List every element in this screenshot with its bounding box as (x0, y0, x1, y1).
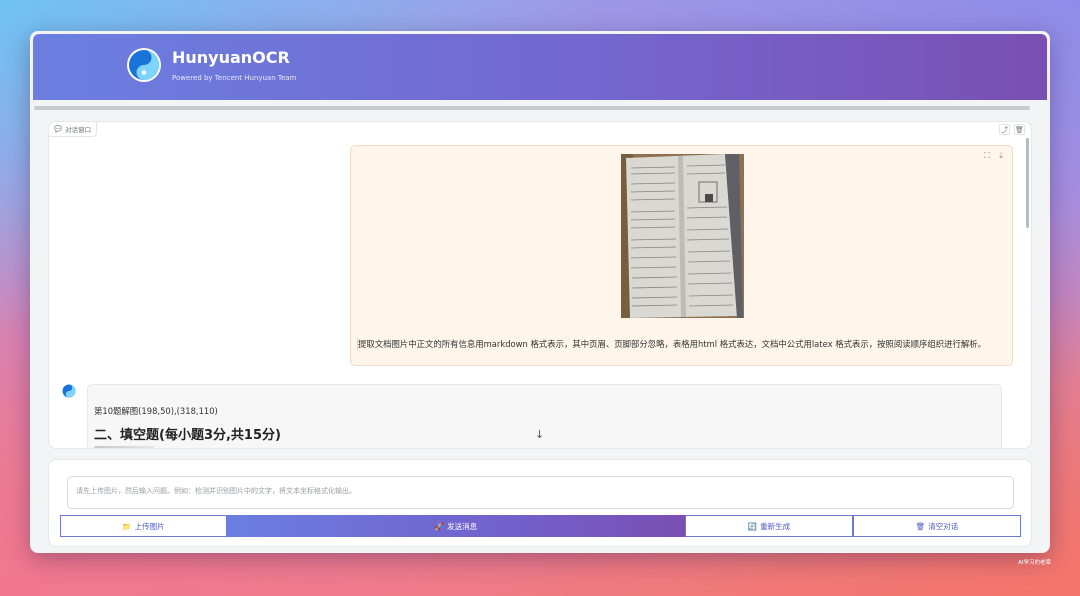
chat-bubble-icon: 💬 (54, 125, 63, 133)
app-header: HunyuanOCR Powered by Tencent Hunyuan Te… (33, 34, 1047, 100)
bot-message-truncated-line (94, 446, 154, 448)
refresh-icon: 🔄 (747, 521, 758, 531)
question-input[interactable]: 请先上传图片，然后输入问题。例如：检测并识别图片中的文字，将文本坐标格式化输出。 (67, 476, 1014, 509)
regenerate-label: 重新生成 (760, 521, 791, 531)
watermark: AI学习的老章 (1018, 560, 1051, 566)
action-buttons: 📁 上传图片 🚀 发送消息 🔄 重新生成 🗑 清空对话 (60, 515, 1021, 537)
bot-message: 第10题解图(198,50),(318,110) 二、填空题(每小题3分,共15… (87, 384, 1002, 448)
clear-chat-button[interactable]: 🗑 清空对话 (853, 515, 1021, 537)
upload-image-label: 上传图片 (134, 521, 165, 531)
chat-toolbar: ⤴ 🗑 (999, 124, 1025, 135)
fullscreen-icon[interactable]: ⛶ (982, 151, 992, 161)
message-toolbar: ⛶ ⤓ (982, 151, 1006, 161)
loading-progress-bar (34, 106, 1030, 110)
rocket-icon: 🚀 (434, 521, 445, 531)
trash-icon[interactable]: 🗑 (1014, 124, 1025, 135)
trash-icon: 🗑 (915, 521, 926, 531)
send-message-button[interactable]: 🚀 发送消息 (227, 515, 685, 537)
chat-window: 💬 对话窗口 ⤴ 🗑 ⛶ ⤓ 提取文档图片中正文的所有信息用markdown 格… (48, 121, 1032, 449)
input-panel: 请先上传图片，然后输入问题。例如：检测并识别图片中的文字，将文本坐标格式化输出。… (48, 459, 1032, 547)
folder-icon: 📁 (122, 521, 132, 531)
chat-window-label: 💬 对话窗口 (49, 122, 98, 137)
bot-message-heading: 二、填空题(每小题3分,共15分) (94, 428, 281, 443)
scroll-down-arrow-icon[interactable]: ↓ (535, 428, 544, 441)
user-message-text: 提取文档图片中正文的所有信息用markdown 格式表示，其中页眉、页脚部分忽略… (357, 338, 986, 350)
chat-scrollbar[interactable] (1026, 138, 1029, 228)
upload-image-button[interactable]: 📁 上传图片 (60, 515, 227, 537)
app-subtitle: Powered by Tencent Hunyuan Team (172, 74, 297, 82)
regenerate-button[interactable]: 🔄 重新生成 (685, 515, 853, 537)
send-message-label: 发送消息 (447, 521, 478, 531)
app-window: HunyuanOCR Powered by Tencent Hunyuan Te… (30, 31, 1050, 553)
share-icon[interactable]: ⤴ (999, 124, 1010, 135)
bot-avatar-icon (62, 384, 76, 398)
app-title: HunyuanOCR (172, 48, 290, 67)
chat-window-label-text: 对话窗口 (65, 126, 92, 134)
uploaded-document-image[interactable] (621, 154, 744, 318)
user-message: ⛶ ⤓ 提取文档图片中正文的所有信息用markdown 格式表示，其中页眉、页脚… (350, 145, 1013, 366)
bot-message-line: 第10题解图(198,50),(318,110) (94, 406, 218, 416)
download-icon[interactable]: ⤓ (996, 151, 1006, 161)
hunyuan-logo-icon (127, 48, 161, 82)
clear-chat-label: 清空对话 (928, 521, 959, 531)
